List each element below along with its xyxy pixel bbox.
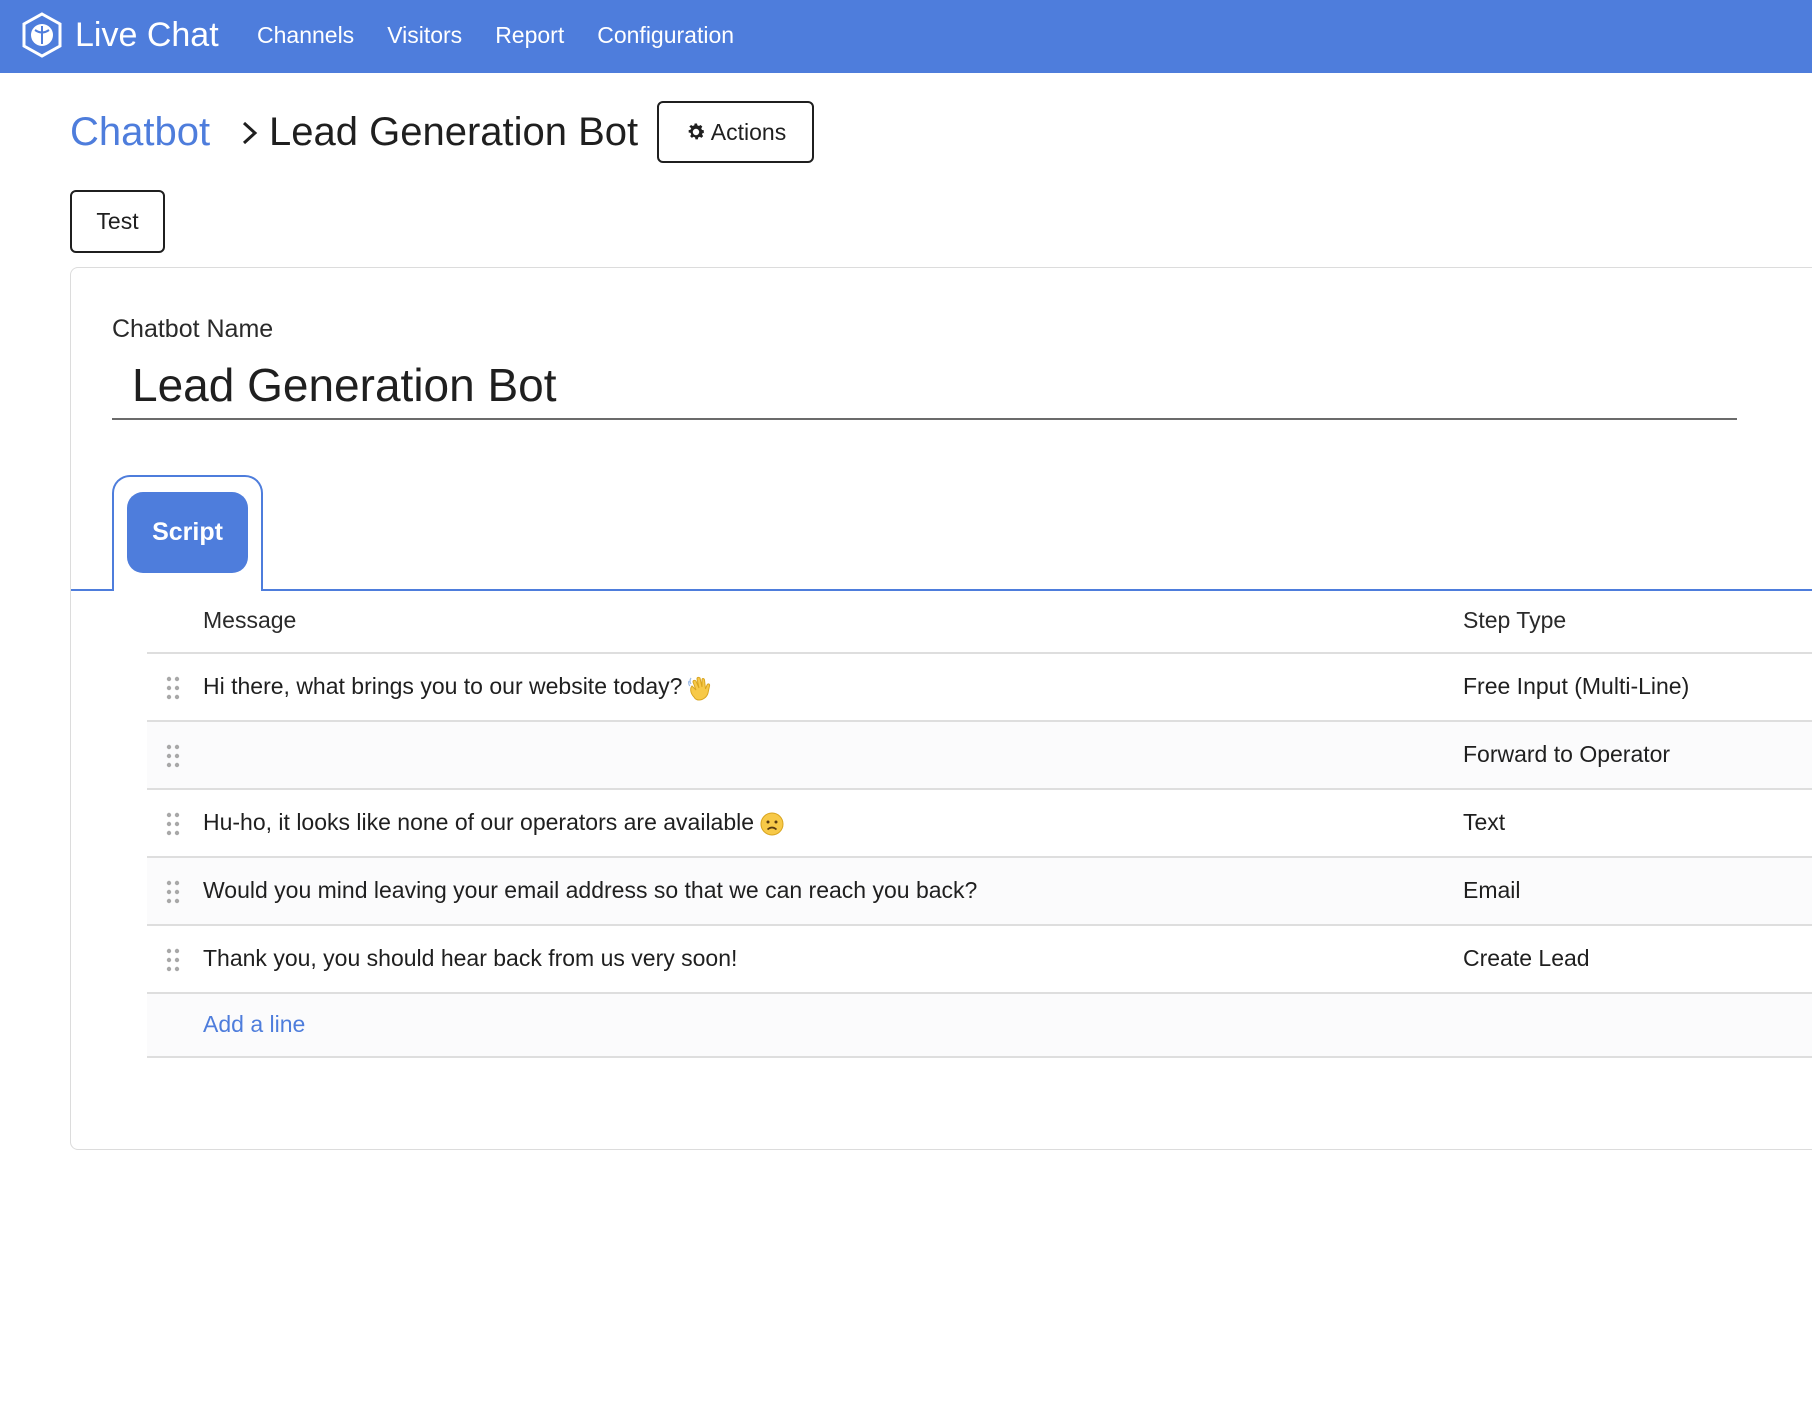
nav-item-configuration[interactable]: Configuration (597, 18, 734, 52)
chevron-right-icon (242, 121, 258, 145)
waving-hand-icon (688, 676, 711, 701)
main-nav: Channels Visitors Report Configuration (257, 18, 767, 52)
drag-handle-icon[interactable] (166, 812, 180, 836)
drag-handle-icon[interactable] (166, 948, 180, 972)
row-message: Thank you, you should hear back from us … (203, 945, 738, 971)
table-header: Message Step Type (147, 591, 1812, 654)
chatbot-name-input[interactable] (112, 352, 1737, 420)
breadcrumb-parent-link[interactable]: Chatbot (70, 106, 210, 158)
live-chat-logo-icon[interactable] (20, 12, 64, 58)
row-message: Hu-ho, it looks like none of our operato… (203, 809, 784, 836)
row-step-type: Forward to Operator (1463, 741, 1671, 767)
table-row[interactable]: Would you mind leaving your email addres… (147, 858, 1812, 926)
row-step-type: Free Input (Multi-Line) (1463, 673, 1690, 699)
row-message: Hi there, what brings you to our website… (203, 673, 712, 701)
top-navbar: Live Chat Channels Visitors Report Confi… (0, 0, 1812, 73)
actions-label: Actions (710, 118, 787, 145)
row-message: Would you mind leaving your email addres… (203, 877, 978, 903)
nav-item-channels[interactable]: Channels (257, 18, 354, 52)
add-line-row: Add a line (147, 994, 1812, 1058)
gear-icon (688, 123, 705, 140)
page-title: Lead Generation Bot (269, 110, 639, 154)
test-label: Test (96, 208, 139, 234)
table-row[interactable]: Hi there, what brings you to our website… (147, 654, 1812, 722)
column-header-step-type[interactable]: Step Type (1463, 607, 1566, 634)
sad-face-icon (760, 812, 784, 836)
tab-script[interactable]: Script (127, 492, 248, 573)
drag-handle-icon[interactable] (166, 676, 180, 700)
nav-item-visitors[interactable]: Visitors (387, 18, 462, 52)
table-row[interactable]: Forward to Operator (147, 722, 1812, 790)
row-message-text: Hu-ho, it looks like none of our operato… (203, 809, 755, 835)
drag-handle-icon[interactable] (166, 744, 180, 768)
add-line-link[interactable]: Add a line (203, 1011, 305, 1038)
table-row[interactable]: Thank you, you should hear back from us … (147, 926, 1812, 994)
chatbot-name-label: Chatbot Name (112, 315, 274, 343)
row-step-type: Create Lead (1463, 945, 1590, 971)
nav-item-report[interactable]: Report (495, 18, 564, 52)
test-button[interactable]: Test (70, 190, 165, 253)
row-step-type: Text (1463, 809, 1506, 835)
actions-button[interactable]: Actions (657, 101, 814, 163)
drag-handle-icon[interactable] (166, 880, 180, 904)
row-step-type: Email (1463, 877, 1521, 903)
column-header-message[interactable]: Message (203, 607, 296, 634)
app-title[interactable]: Live Chat (75, 14, 219, 56)
row-message-text: Hi there, what brings you to our website… (203, 673, 683, 699)
table-row[interactable]: Hu-ho, it looks like none of our operato… (147, 790, 1812, 858)
script-table: Message Step Type Hi there, what brings … (147, 591, 1812, 1058)
